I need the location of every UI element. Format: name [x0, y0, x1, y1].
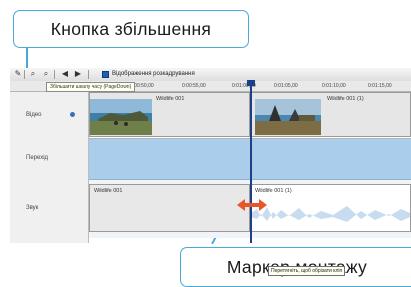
track-label-video: Відео	[26, 112, 42, 118]
clip-name: Wildlife 001	[156, 96, 185, 102]
trim-tooltip: Перетягніть, щоб обрізати кліп	[268, 266, 346, 276]
zoom-button-callout: Кнопка збільшення	[13, 10, 249, 48]
rewind-icon[interactable]: ◀	[60, 69, 70, 79]
track-label-audio: Звук	[26, 205, 39, 211]
video-clip[interactable]: Wildlife 001	[89, 92, 250, 137]
zoom-in-icon[interactable]: ⌕	[28, 69, 38, 79]
ruler-time: 0:01:15,00	[368, 83, 392, 89]
audio-clip[interactable]: Wildlife 001	[89, 184, 250, 232]
toolbar-separator	[24, 70, 25, 79]
zoom-callout-leader	[26, 47, 28, 69]
timeline-toolbar: ✎ ⌕ ⌕ ◀ ▶ Відображення розкадрування	[10, 68, 411, 82]
storyboard-view-button[interactable]: Відображення розкадрування	[112, 71, 195, 77]
edit-marker-handle[interactable]	[247, 80, 255, 86]
zoom-tooltip: Збільшити шкалу часу (PageDown)	[46, 82, 136, 92]
clip-name: Wildlife 001 (1)	[327, 96, 364, 102]
clip-thumbnail	[90, 99, 152, 135]
expand-track-icon[interactable]	[70, 112, 75, 117]
storyboard-icon[interactable]	[102, 71, 109, 78]
track-label-transition: Перехід	[26, 155, 49, 161]
edit-marker[interactable]	[250, 80, 252, 243]
clip-name: Wildlife 001	[94, 188, 123, 194]
ruler-time: 0:00:55,00	[182, 83, 206, 89]
toolbar-separator	[54, 70, 55, 79]
ruler-time: 0:01:10,00	[322, 83, 346, 89]
track-labels-panel: Відео Перехід Звук	[10, 92, 89, 243]
timeline-editor: ✎ ⌕ ⌕ ◀ ▶ Відображення розкадрування 0:0…	[10, 68, 411, 276]
toolbar-separator	[88, 70, 89, 79]
zoom-out-icon[interactable]: ⌕	[41, 69, 51, 79]
ruler-time: 0:01:05,00	[274, 83, 298, 89]
audio-clip[interactable]: Wildlife 001 (1)	[250, 184, 411, 232]
clip-name: Wildlife 001 (1)	[255, 188, 292, 194]
trim-arrows-icon[interactable]	[237, 198, 267, 212]
play-icon[interactable]: ▶	[73, 69, 83, 79]
clip-thumbnail	[255, 99, 321, 135]
pencil-icon[interactable]: ✎	[13, 69, 23, 79]
video-clip[interactable]: Wildlife 001 (1)	[250, 92, 411, 137]
audio-waveform	[251, 206, 410, 222]
